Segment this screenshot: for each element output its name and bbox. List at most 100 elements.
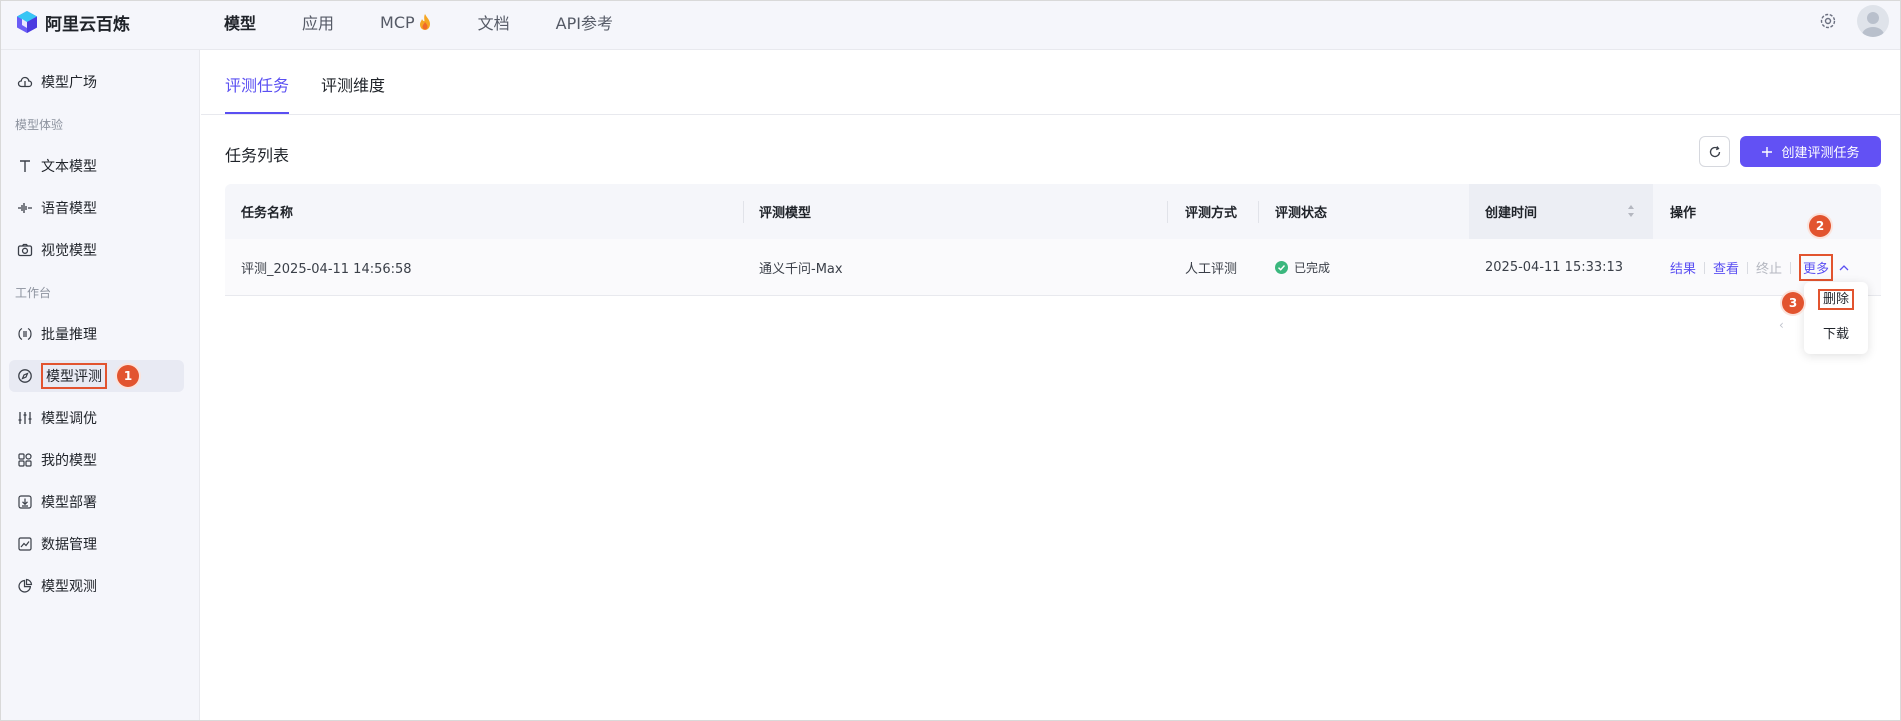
sidebar-item-label: 语音模型 xyxy=(41,201,97,217)
annotation-badge-1: 1 xyxy=(117,365,139,387)
camera-icon xyxy=(17,243,33,257)
sort-icon[interactable] xyxy=(1627,204,1635,218)
view-link[interactable]: 查看 xyxy=(1713,258,1739,277)
cell-eval-method: 人工评测 xyxy=(1185,262,1238,277)
cell-created-time: 2025-04-11 15:33:13 xyxy=(1485,260,1624,275)
create-eval-task-button[interactable]: 创建评测任务 xyxy=(1740,136,1881,167)
col-separator xyxy=(1258,201,1259,223)
annotation-badge-3: 3 xyxy=(1782,292,1804,314)
menu-item-delete-label: 删除 xyxy=(1817,289,1854,310)
more-dropdown-menu: 删除 下载 xyxy=(1804,282,1868,354)
sidebar-item-label: 批量推理 xyxy=(41,327,97,343)
tab-eval-dimensions[interactable]: 评测维度 xyxy=(321,50,385,114)
status-text: 已完成 xyxy=(1294,261,1331,275)
sidebar-item-model-observe[interactable]: 模型观测 xyxy=(9,570,184,602)
col-header-eval-status: 评测状态 xyxy=(1275,206,1328,221)
tab-bar: 评测任务 评测维度 xyxy=(225,50,385,114)
chevron-up-icon[interactable] xyxy=(1839,264,1849,271)
topnav-app[interactable]: 应用 xyxy=(302,10,334,34)
sidebar-item-label: 模型评测 xyxy=(41,363,107,389)
result-link[interactable]: 结果 xyxy=(1670,258,1696,277)
brand[interactable]: 阿里云百炼 xyxy=(15,10,130,35)
menu-item-delete[interactable]: 删除 xyxy=(1804,288,1868,310)
sidebar-group-experience: 模型体验 xyxy=(15,118,64,132)
col-header-task-name: 任务名称 xyxy=(241,206,294,221)
chart-icon xyxy=(18,537,32,551)
topnav-docs-label: 文档 xyxy=(477,14,510,33)
more-link[interactable]: 更多 xyxy=(1799,254,1834,281)
list-circle-icon xyxy=(18,327,32,341)
sidebar-item-label: 模型广场 xyxy=(41,75,97,91)
check-circle-icon xyxy=(1275,261,1288,274)
plus-icon xyxy=(1762,146,1773,157)
download-box-icon xyxy=(18,495,32,509)
annotation-badge-2: 2 xyxy=(1809,215,1831,237)
sidebar-item-model-deploy[interactable]: 模型部署 xyxy=(9,486,184,518)
col-header-created-time[interactable]: 创建时间 xyxy=(1485,184,1537,239)
topnav-model[interactable]: 模型 xyxy=(224,10,256,34)
col-separator xyxy=(743,201,744,223)
tabs-divider xyxy=(201,114,1900,115)
table-row: 评测_2025-04-11 14:56:58 通义千问-Max 人工评测 已完成… xyxy=(225,239,1881,296)
section-title: 任务列表 xyxy=(225,146,290,165)
topnav-api[interactable]: API参考 xyxy=(556,10,613,34)
create-button-label: 创建评测任务 xyxy=(1781,146,1860,161)
cloud-icon xyxy=(17,76,33,88)
col-header-eval-method: 评测方式 xyxy=(1185,206,1238,221)
sidebar-item-label: 模型部署 xyxy=(41,495,97,511)
sidebar-item-label: 模型调优 xyxy=(41,411,97,427)
sidebar-item-model-eval[interactable]: 模型评测 1 xyxy=(9,360,184,392)
sidebar-item-vision-model[interactable]: 视觉模型 xyxy=(9,234,184,266)
top-nav: 模型 应用 MCP 文档 API参考 xyxy=(224,1,659,43)
sidebar: 模型广场 模型体验 文本模型 语音模型 视觉模型 工作台 批量推理 模型评测 1… xyxy=(1,50,200,720)
grid-icon xyxy=(18,453,32,467)
chevron-left-icon[interactable]: ‹ xyxy=(1779,318,1784,332)
menu-item-download[interactable]: 下载 xyxy=(1804,323,1868,342)
action-separator xyxy=(1747,261,1749,274)
refresh-button[interactable] xyxy=(1699,136,1730,167)
compass-icon xyxy=(18,369,32,383)
sidebar-item-data-manage[interactable]: 数据管理 xyxy=(9,528,184,560)
col-separator xyxy=(1167,201,1168,223)
user-icon xyxy=(1862,12,1884,37)
topnav-model-label: 模型 xyxy=(224,14,257,33)
fire-icon xyxy=(419,14,430,30)
col-header-actions: 操作 xyxy=(1670,206,1697,221)
sidebar-item-model-tuning[interactable]: 模型调优 xyxy=(9,402,184,434)
refresh-icon xyxy=(1709,145,1720,157)
pie-icon xyxy=(18,578,33,593)
table-header: 任务名称 评测模型 评测方式 评测状态 创建时间 操作 xyxy=(225,184,1881,239)
sidebar-item-batch-inference[interactable]: 批量推理 xyxy=(9,318,184,350)
sidebar-item-label: 视觉模型 xyxy=(41,243,97,259)
action-separator xyxy=(1704,261,1706,274)
topnav-mcp-label: MCP xyxy=(380,12,415,32)
waveform-icon xyxy=(18,203,32,213)
brand-name: 阿里云百炼 xyxy=(45,14,130,35)
sidebar-group-workbench: 工作台 xyxy=(15,286,52,300)
text-icon xyxy=(20,160,30,172)
sidebar-item-my-models[interactable]: 我的模型 xyxy=(9,444,184,476)
avatar[interactable] xyxy=(1857,5,1889,37)
topnav-docs[interactable]: 文档 xyxy=(478,10,510,34)
col-header-eval-model: 评测模型 xyxy=(759,206,812,221)
sidebar-item-label: 我的模型 xyxy=(41,453,97,469)
top-bar: 阿里云百炼 模型 应用 MCP 文档 API参考 xyxy=(1,1,1900,50)
cell-eval-status: 已完成 xyxy=(1275,239,1330,296)
sidebar-item-model-square[interactable]: 模型广场 xyxy=(9,66,184,98)
sidebar-item-label: 数据管理 xyxy=(41,537,97,553)
tab-eval-tasks[interactable]: 评测任务 xyxy=(225,50,290,114)
sliders-icon xyxy=(18,412,32,424)
topnav-api-label: API参考 xyxy=(555,14,613,33)
cell-eval-model: 通义千问-Max xyxy=(759,262,843,277)
sidebar-item-voice-model[interactable]: 语音模型 xyxy=(9,192,184,224)
logo-icon xyxy=(17,11,37,33)
sidebar-item-text-model[interactable]: 文本模型 xyxy=(9,150,184,182)
gear-icon[interactable] xyxy=(1819,12,1837,30)
action-separator xyxy=(1790,261,1792,274)
topnav-mcp[interactable]: MCP xyxy=(380,13,432,32)
terminate-link: 终止 xyxy=(1756,262,1783,277)
sidebar-item-label: 文本模型 xyxy=(41,159,97,175)
cell-task-name: 评测_2025-04-11 14:56:58 xyxy=(241,262,412,277)
topnav-app-label: 应用 xyxy=(302,14,335,33)
sidebar-item-label: 模型观测 xyxy=(41,579,97,595)
